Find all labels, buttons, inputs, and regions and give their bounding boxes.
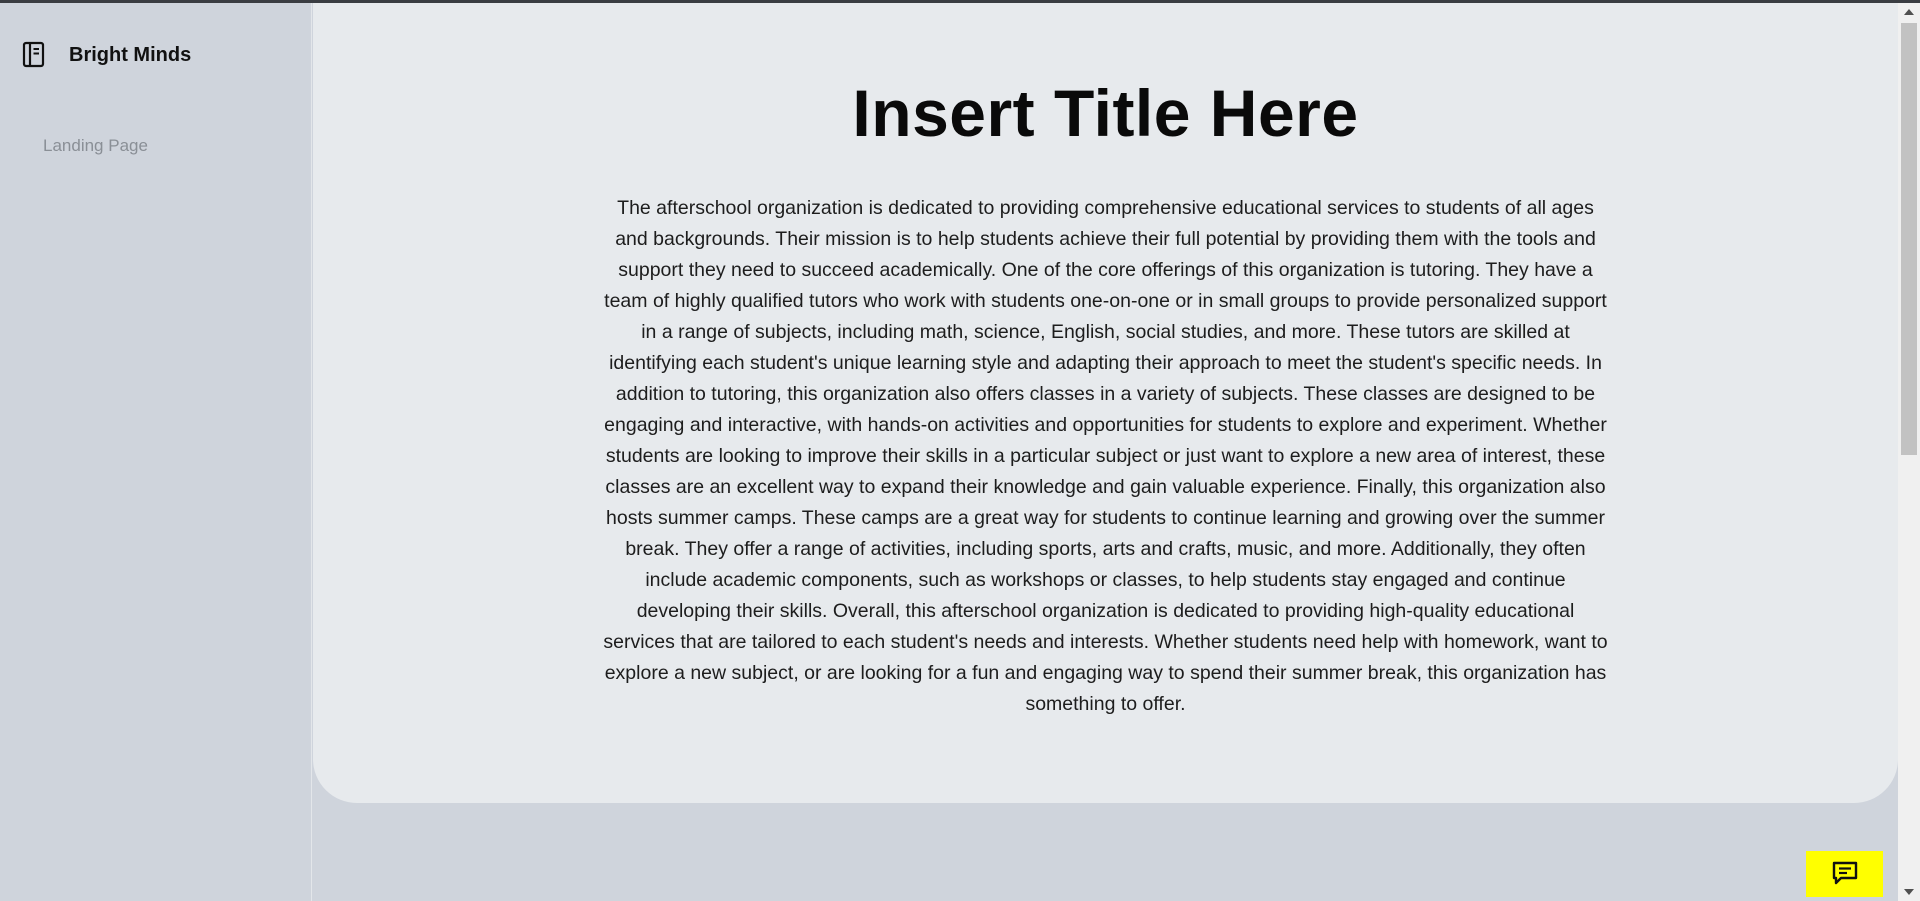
scroll-down-arrow-icon[interactable] — [1904, 889, 1914, 895]
page-title: Insert Title Here — [852, 76, 1359, 150]
brand-name: Bright Minds — [69, 43, 192, 66]
chat-button[interactable] — [1806, 851, 1883, 897]
chat-icon — [1831, 860, 1859, 889]
brand[interactable]: Bright Minds — [22, 41, 191, 69]
vertical-scrollbar[interactable] — [1898, 3, 1920, 901]
sidebar-item-landing-page[interactable]: Landing Page — [43, 136, 148, 156]
scrollbar-thumb[interactable] — [1901, 23, 1917, 455]
sidebar: Bright Minds Landing Page — [0, 3, 312, 901]
scroll-up-arrow-icon[interactable] — [1904, 9, 1914, 15]
main-content-card: Insert Title Here The afterschool organi… — [313, 3, 1898, 803]
book-icon — [22, 41, 46, 69]
body-paragraph: The afterschool organization is dedicate… — [603, 197, 1608, 715]
